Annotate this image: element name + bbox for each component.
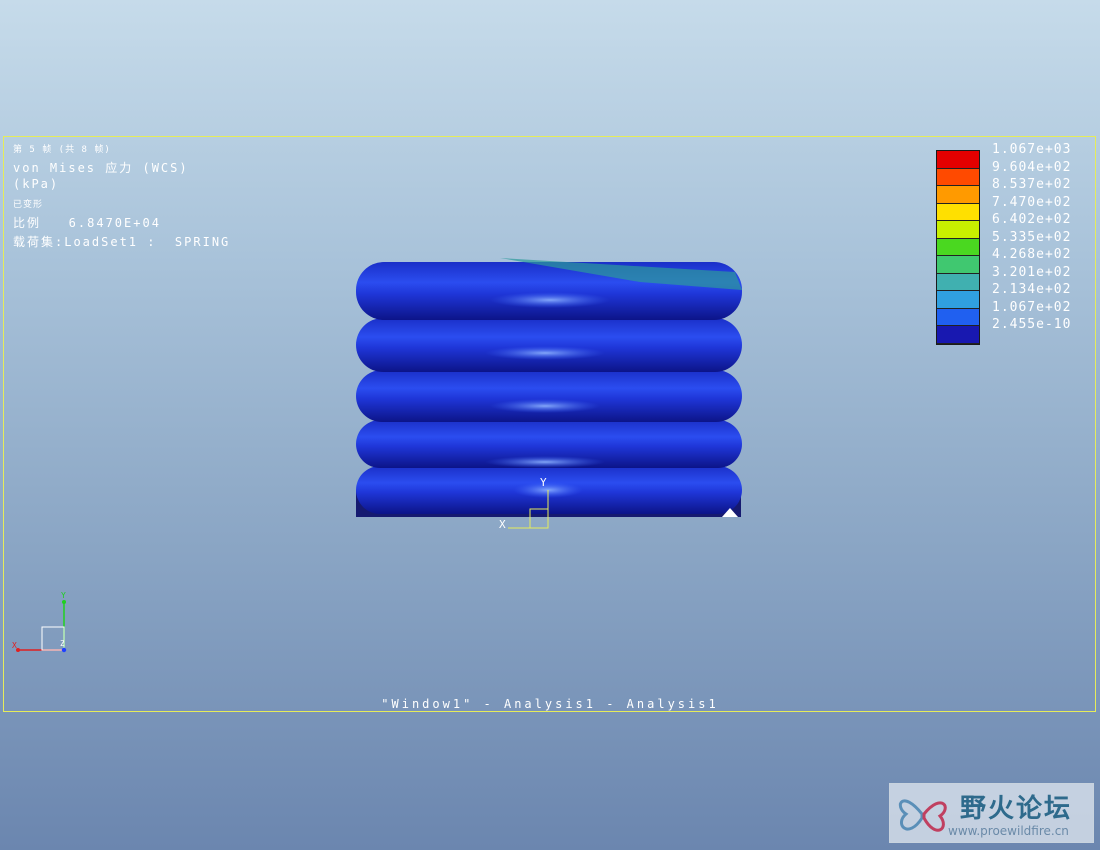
legend-color-segment	[937, 186, 979, 204]
scale-label: 比例 6.8470E+04	[13, 216, 161, 230]
frame-label: 第 5 帧 (共 8 帧)	[13, 145, 111, 155]
legend-color-bar	[936, 150, 980, 345]
legend-tick-label: 1.067e+02	[992, 299, 1072, 315]
forum-watermark: 野火论坛 www.proewildfire.cn	[889, 783, 1094, 843]
legend-color-segment	[937, 238, 979, 256]
legend-color-segment	[937, 151, 979, 169]
legend-tick-label: 2.134e+02	[992, 282, 1072, 297]
load-set-label: 载荷集:LoadSet1 : SPRING	[13, 235, 231, 249]
watermark-name: 野火论坛	[960, 794, 1073, 824]
legend-color-segment	[937, 168, 979, 186]
legend-color-segment	[937, 308, 979, 326]
legend-tick-label: 4.268e+02	[992, 247, 1072, 262]
quantity-label: von Mises 应力 (WCS)	[13, 161, 189, 175]
window-title: "Window1" - Analysis1 - Analysis1	[381, 697, 719, 711]
graphics-viewport[interactable]	[3, 136, 1096, 712]
legend-tick-label: 2.455e-10	[992, 317, 1072, 332]
legend-color-segment	[937, 291, 979, 309]
legend-tick-label: 3.201e+02	[992, 264, 1072, 280]
legend-color-segment	[937, 273, 979, 291]
unit-label: (kPa)	[13, 177, 60, 191]
legend-color-segment	[937, 326, 979, 344]
watermark-url: www.proewildfire.cn	[948, 824, 1069, 838]
legend-tick-label: 6.402e+02	[992, 212, 1072, 227]
legend-color-segment	[937, 203, 979, 221]
legend-tick-label: 5.335e+02	[992, 229, 1072, 245]
deformed-label: 已变形	[13, 200, 44, 210]
legend-tick-label: 9.604e+02	[992, 159, 1072, 175]
legend-tick-label: 1.067e+03	[992, 142, 1072, 157]
legend-color-segment	[937, 256, 979, 274]
legend-color-segment	[937, 221, 979, 239]
legend-tick-label: 8.537e+02	[992, 177, 1072, 192]
butterfly-logo-icon	[898, 799, 947, 832]
legend-tick-label: 7.470e+02	[992, 194, 1072, 210]
